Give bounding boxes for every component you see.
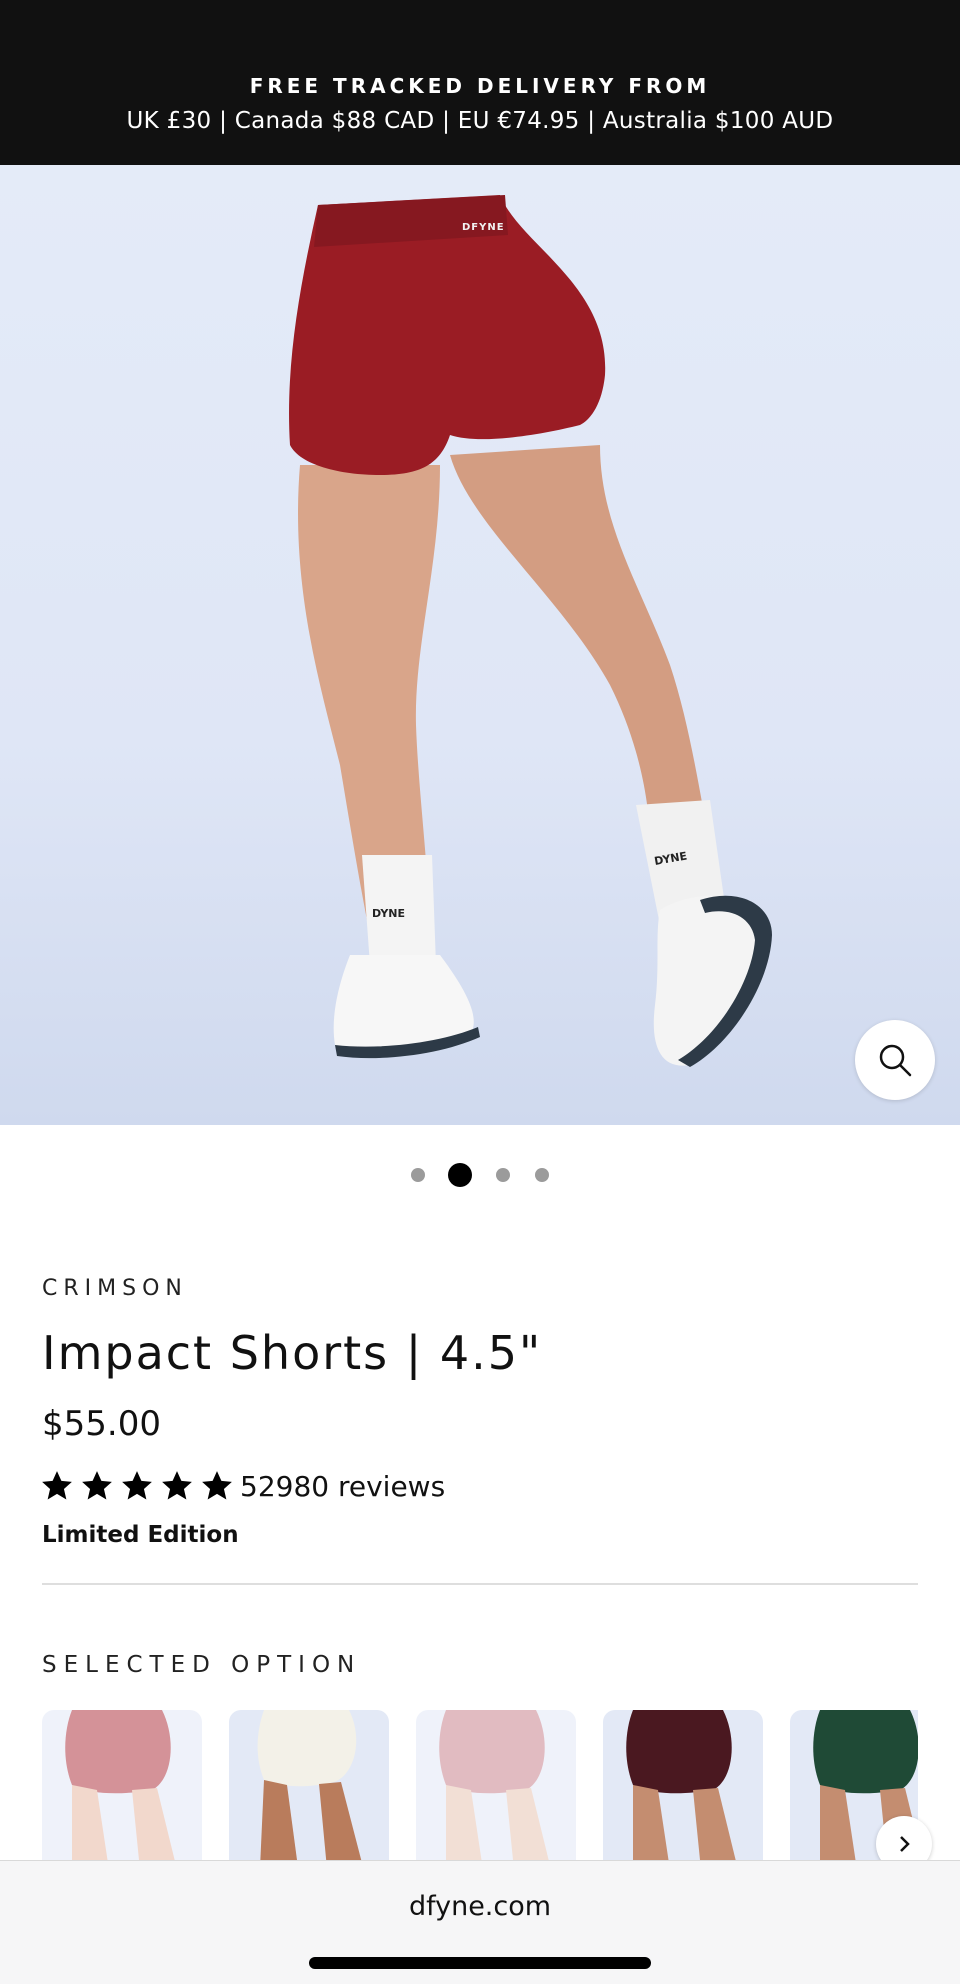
svg-text:DFYNE: DFYNE — [462, 222, 505, 233]
swatch-crimson[interactable] — [42, 1710, 202, 1860]
search-icon — [879, 1044, 912, 1077]
product-title: Impact Shorts | 4.5" — [42, 1326, 543, 1380]
star-icon — [162, 1471, 192, 1500]
swatch-image — [626, 1710, 736, 1860]
svg-text:DYNE: DYNE — [372, 907, 405, 920]
product-image[interactable]: DFYNE DYNE DYNE — [0, 165, 960, 1125]
rating[interactable]: 52980 reviews — [40, 1466, 445, 1506]
star-icon — [122, 1471, 152, 1500]
option-swatches — [42, 1710, 918, 1860]
variant-name: CRIMSON — [42, 1276, 188, 1301]
announcement-bar: FREE TRACKED DELIVERY FROM UK £30 | Cana… — [0, 0, 960, 165]
zoom-button[interactable] — [855, 1020, 935, 1100]
slide-dot-1[interactable] — [411, 1168, 425, 1182]
swatch-plum[interactable] — [603, 1710, 763, 1860]
swatch-ivory[interactable] — [229, 1710, 389, 1860]
home-indicator[interactable] — [309, 1957, 651, 1969]
edition-badge: Limited Edition — [42, 1522, 239, 1548]
star-icon — [82, 1471, 112, 1500]
announcement-heading: FREE TRACKED DELIVERY FROM — [249, 74, 711, 98]
swatch-image — [65, 1710, 175, 1860]
slide-dot-3[interactable] — [496, 1168, 510, 1182]
product-price: $55.00 — [42, 1404, 161, 1444]
star-icon — [42, 1471, 72, 1500]
slide-dot-2-active[interactable] — [448, 1163, 472, 1187]
product-photo: DFYNE DYNE DYNE — [289, 195, 772, 1067]
swatch-image — [439, 1710, 549, 1860]
address-bar[interactable]: dfyne.com — [0, 1891, 960, 1922]
browser-bar: dfyne.com — [0, 1860, 960, 1984]
slide-dot-4[interactable] — [535, 1168, 549, 1182]
review-count[interactable]: 52980 reviews — [240, 1470, 445, 1503]
announcement-rates: UK £30 | Canada $88 CAD | EU €74.95 | Au… — [126, 108, 834, 134]
chevron-right-icon — [900, 1836, 910, 1852]
selected-option-label: SELECTED OPTION — [42, 1652, 362, 1678]
swatch-image — [257, 1710, 362, 1860]
swatch-rose[interactable] — [416, 1710, 576, 1860]
star-icon — [202, 1471, 232, 1500]
divider — [42, 1583, 918, 1585]
gallery-pagination — [0, 1160, 960, 1190]
